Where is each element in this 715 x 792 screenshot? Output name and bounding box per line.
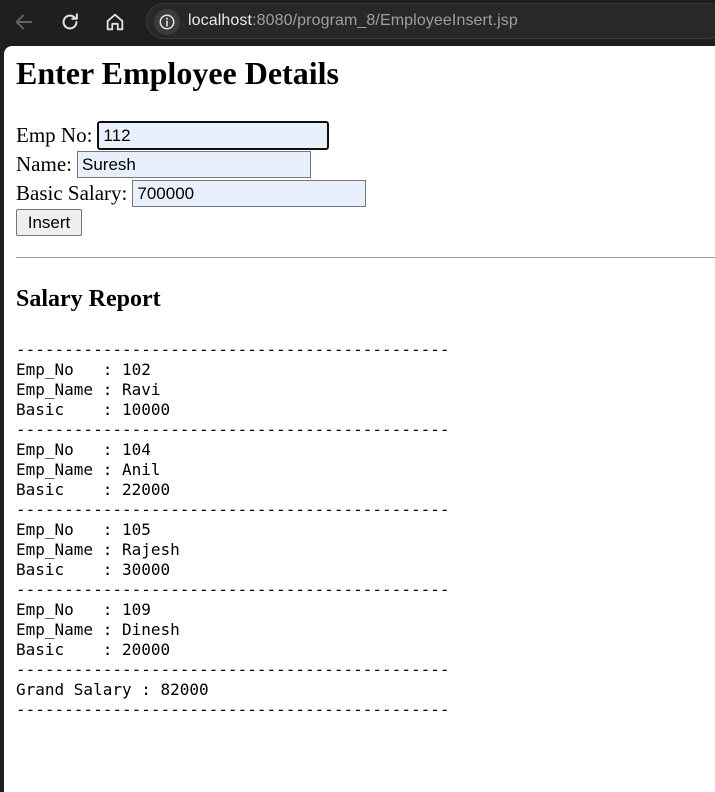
report-emp-no-line: Emp_No : 105 — [16, 520, 449, 540]
report-emp-no-line: Emp_No : 109 — [16, 600, 449, 620]
emp-no-value: 109 — [121, 600, 151, 619]
report-emp-name-line: Emp_Name : Rajesh — [16, 540, 449, 560]
emp-no-value: 105 — [121, 520, 151, 539]
address-bar[interactable]: localhost:8080/program_8/EmployeeInsert.… — [146, 3, 715, 39]
basic-value: 22000 — [121, 480, 171, 499]
report-grand-salary-line: Grand Salary : 82000 — [16, 680, 449, 700]
site-info-icon — [159, 14, 175, 30]
back-arrow-icon — [15, 14, 33, 30]
separator-text: ----------------------------------------… — [16, 340, 450, 359]
divider — [16, 257, 715, 258]
emp-no-field-label: Emp_No : — [16, 440, 122, 459]
salary-report: ----------------------------------------… — [16, 340, 449, 720]
emp-no-value: 104 — [121, 440, 151, 459]
home-icon — [106, 13, 124, 31]
emp-no-value: 102 — [121, 360, 151, 379]
separator-text: ----------------------------------------… — [16, 580, 450, 599]
report-basic-line: Basic : 10000 — [16, 400, 449, 420]
emp-name-value: Ravi — [121, 380, 161, 399]
grand-salary-label: Grand Salary : — [16, 680, 161, 699]
emp-no-field-label: Emp_No : — [16, 360, 122, 379]
report-emp-no-line: Emp_No : 104 — [16, 440, 449, 460]
report-emp-no-line: Emp_No : 102 — [16, 360, 449, 380]
emp-name-field-label: Emp_Name : — [16, 460, 122, 479]
emp-no-input[interactable] — [97, 120, 330, 150]
url-host: localhost — [188, 12, 253, 29]
basic-field-label: Basic : — [16, 400, 122, 419]
emp-no-label: Emp No: — [16, 122, 93, 147]
basic-field-label: Basic : — [16, 560, 122, 579]
basic-value: 30000 — [121, 560, 171, 579]
emp-name-field-label: Emp_Name : — [16, 620, 122, 639]
emp-no-field-label: Emp_No : — [16, 520, 122, 539]
site-info-button[interactable] — [154, 9, 180, 35]
separator-text: ----------------------------------------… — [16, 420, 450, 439]
emp-name-value: Dinesh — [121, 620, 180, 639]
page-viewport: Enter Employee Details Emp No: Name: Bas… — [4, 46, 715, 792]
page-title: Enter Employee Details — [16, 55, 339, 91]
grand-salary-value: 82000 — [160, 680, 209, 699]
basic-field-label: Basic : — [16, 480, 122, 499]
report-emp-name-line: Emp_Name : Dinesh — [16, 620, 449, 640]
report-basic-line: Basic : 30000 — [16, 560, 449, 580]
name-input[interactable] — [76, 150, 311, 178]
separator-text: ----------------------------------------… — [16, 500, 450, 519]
report-separator: ----------------------------------------… — [16, 340, 449, 360]
emp-name-value: Rajesh — [121, 540, 180, 559]
report-separator: ----------------------------------------… — [16, 660, 449, 680]
name-row: Name: — [16, 149, 311, 179]
emp-no-field-label: Emp_No : — [16, 600, 122, 619]
insert-button[interactable]: Insert — [16, 209, 82, 236]
report-emp-name-line: Emp_Name : Anil — [16, 460, 449, 480]
emp-name-field-label: Emp_Name : — [16, 380, 122, 399]
url-path: :8080/program_8/EmployeeInsert.jsp — [252, 12, 518, 29]
reload-icon — [62, 13, 78, 30]
salary-report-title: Salary Report — [16, 286, 161, 312]
report-basic-line: Basic : 22000 — [16, 480, 449, 500]
basic-value: 20000 — [121, 640, 171, 659]
report-separator: ----------------------------------------… — [16, 420, 449, 440]
home-button[interactable] — [101, 8, 129, 36]
back-button[interactable] — [10, 8, 38, 36]
url-text[interactable]: localhost:8080/program_8/EmployeeInsert.… — [188, 12, 518, 30]
report-separator: ----------------------------------------… — [16, 700, 449, 720]
report-separator: ----------------------------------------… — [16, 580, 449, 600]
report-emp-name-line: Emp_Name : Ravi — [16, 380, 449, 400]
report-separator: ----------------------------------------… — [16, 500, 449, 520]
browser-toolbar: localhost:8080/program_8/EmployeeInsert.… — [0, 0, 715, 46]
basic-salary-row: Basic Salary: — [16, 178, 367, 208]
separator-text: ----------------------------------------… — [16, 660, 450, 679]
basic-value: 10000 — [121, 400, 171, 419]
basic-salary-input[interactable] — [132, 179, 367, 207]
name-label: Name: — [16, 151, 72, 176]
emp-no-row: Emp No: — [16, 120, 330, 150]
basic-field-label: Basic : — [16, 640, 122, 659]
report-basic-line: Basic : 20000 — [16, 640, 449, 660]
basic-salary-label: Basic Salary: — [16, 180, 128, 205]
emp-name-value: Anil — [121, 460, 161, 479]
separator-text: ----------------------------------------… — [16, 700, 450, 719]
emp-name-field-label: Emp_Name : — [16, 540, 122, 559]
reload-button[interactable] — [56, 8, 84, 36]
